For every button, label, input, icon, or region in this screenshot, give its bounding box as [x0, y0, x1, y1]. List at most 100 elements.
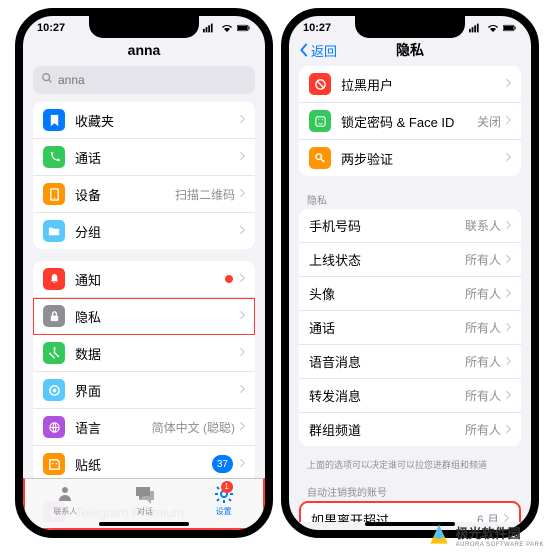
chevron-right-icon	[505, 387, 511, 405]
chevron-right-icon	[239, 418, 245, 436]
settings-row[interactable]: 上线状态所有人	[299, 243, 521, 277]
nav-bar: 返回 隐私	[289, 36, 531, 66]
back-button[interactable]: 返回	[299, 41, 337, 60]
notch	[355, 16, 465, 38]
settings-scroll[interactable]: anna收藏夹通话设备扫描二维码分组通知隐私数据界面语言简体中文 (聪聪)贴纸3…	[23, 36, 265, 522]
watermark: 极光软件园 AURORA SOFTWARE PARK	[426, 522, 544, 548]
chevron-right-icon	[239, 381, 245, 399]
tab-label: 对话	[137, 506, 153, 517]
settings-row[interactable]: 锁定密码 & Face ID关闭	[299, 103, 521, 140]
row-value: 所有人	[465, 319, 501, 336]
tab-badge: 1	[221, 481, 233, 493]
row-value: 所有人	[465, 353, 501, 370]
device-icon	[43, 183, 65, 205]
settings-row[interactable]: 通话	[33, 139, 255, 176]
tab-chats[interactable]: 对话	[134, 483, 156, 517]
row-value: 扫描二维码	[175, 186, 235, 203]
search-icon	[41, 71, 53, 89]
ui-icon	[43, 379, 65, 401]
chevron-right-icon	[505, 75, 511, 93]
lock-icon	[43, 305, 65, 327]
chevron-right-icon	[239, 455, 245, 473]
settings-row[interactable]: 头像所有人	[299, 277, 521, 311]
settings-row[interactable]: 两步验证	[299, 140, 521, 176]
settings-row[interactable]: 如果离开超过6 月	[301, 503, 519, 522]
settings-row[interactable]: 设备扫描二维码	[33, 176, 255, 213]
chevron-right-icon	[503, 510, 509, 522]
settings-row[interactable]: 语言简体中文 (聪聪)	[33, 409, 255, 446]
settings-row[interactable]: 通知	[33, 261, 255, 298]
watermark-main: 极光软件园	[456, 526, 521, 541]
badge: 37	[212, 455, 233, 473]
tab-settings[interactable]: 设置1	[213, 483, 235, 517]
chevron-right-icon	[505, 421, 511, 439]
section-header: 隐私	[289, 188, 531, 209]
privacy-scroll[interactable]: 拉黑用户锁定密码 & Face ID关闭两步验证隐私手机号码联系人上线状态所有人…	[289, 66, 531, 522]
nav-title: 隐私	[396, 40, 424, 60]
key-icon	[309, 147, 331, 169]
row-label: 通话	[75, 148, 239, 167]
row-label: 隐私	[75, 307, 239, 326]
settings-group: 拉黑用户锁定密码 & Face ID关闭两步验证	[299, 66, 521, 176]
row-label: 通知	[75, 270, 225, 289]
chevron-right-icon	[239, 270, 245, 288]
settings-row[interactable]: 拉黑用户	[299, 66, 521, 103]
settings-row[interactable]: 贴纸37	[33, 446, 255, 482]
row-label: 锁定密码 & Face ID	[341, 112, 477, 131]
phone-left: 10:27 anna收藏夹通话设备扫描二维码分组通知隐私数据界面语言简体中文 (…	[15, 8, 273, 538]
chevron-right-icon	[239, 185, 245, 203]
bookmark-icon	[43, 109, 65, 131]
sticker-icon	[43, 453, 65, 475]
row-label: 分组	[75, 222, 239, 241]
logo-icon	[426, 522, 452, 548]
search-field[interactable]	[33, 66, 255, 94]
settings-row[interactable]: 群组频道所有人	[299, 413, 521, 446]
row-label: 群组频道	[309, 420, 465, 439]
settings-group: 如果离开超过6 月	[299, 501, 521, 522]
settings-row[interactable]: 分组	[33, 213, 255, 249]
settings-row[interactable]: 收藏夹	[33, 102, 255, 139]
settings-row[interactable]: 手机号码联系人	[299, 209, 521, 243]
settings-row[interactable]: 数据	[33, 335, 255, 372]
row-label: 数据	[75, 344, 239, 363]
data-icon	[43, 342, 65, 364]
settings-group: 通知隐私数据界面语言简体中文 (聪聪)贴纸37	[33, 261, 255, 482]
row-label: 两步验证	[341, 149, 505, 168]
notch	[89, 16, 199, 38]
settings-row[interactable]: 通话所有人	[299, 311, 521, 345]
chevron-right-icon	[239, 222, 245, 240]
row-label: 界面	[75, 381, 239, 400]
row-value: 所有人	[465, 285, 501, 302]
row-value: 简体中文 (聪聪)	[152, 419, 235, 436]
settings-row[interactable]: 转发消息所有人	[299, 379, 521, 413]
row-label: 如果离开超过	[311, 510, 477, 522]
search-input[interactable]	[58, 73, 247, 87]
phone-right: 10:27 返回 隐私 拉黑用户锁定密码 & Face ID关闭两步验证隐私手机…	[281, 8, 539, 538]
settings-row[interactable]: 隐私	[33, 298, 255, 335]
row-label: 语言	[75, 418, 152, 437]
home-indicator	[99, 522, 189, 526]
chevron-right-icon	[505, 285, 511, 303]
section-footer: 上面的选项可以决定谁可以拉您进群组和频道	[289, 458, 531, 480]
status-indicators	[469, 22, 517, 34]
settings-row[interactable]: 界面	[33, 372, 255, 409]
settings-group: 收藏夹通话设备扫描二维码分组	[33, 102, 255, 249]
phone-icon	[43, 146, 65, 168]
lang-icon	[43, 416, 65, 438]
row-value: 6 月	[477, 511, 499, 522]
back-label: 返回	[311, 41, 337, 60]
row-value: 联系人	[465, 217, 501, 234]
nav-title: anna	[128, 42, 161, 58]
chevron-right-icon	[239, 111, 245, 129]
settings-row[interactable]: 语音消息所有人	[299, 345, 521, 379]
row-label: 手机号码	[309, 216, 465, 235]
chevron-right-icon	[505, 112, 511, 130]
row-value: 所有人	[465, 421, 501, 438]
bell-icon	[43, 268, 65, 290]
section-header: 自动注销我的账号	[289, 480, 531, 501]
badge	[225, 275, 233, 283]
chevron-right-icon	[505, 149, 511, 167]
tab-contact[interactable]: 联系人	[53, 483, 77, 517]
row-label: 拉黑用户	[341, 75, 505, 94]
row-label: 头像	[309, 284, 465, 303]
